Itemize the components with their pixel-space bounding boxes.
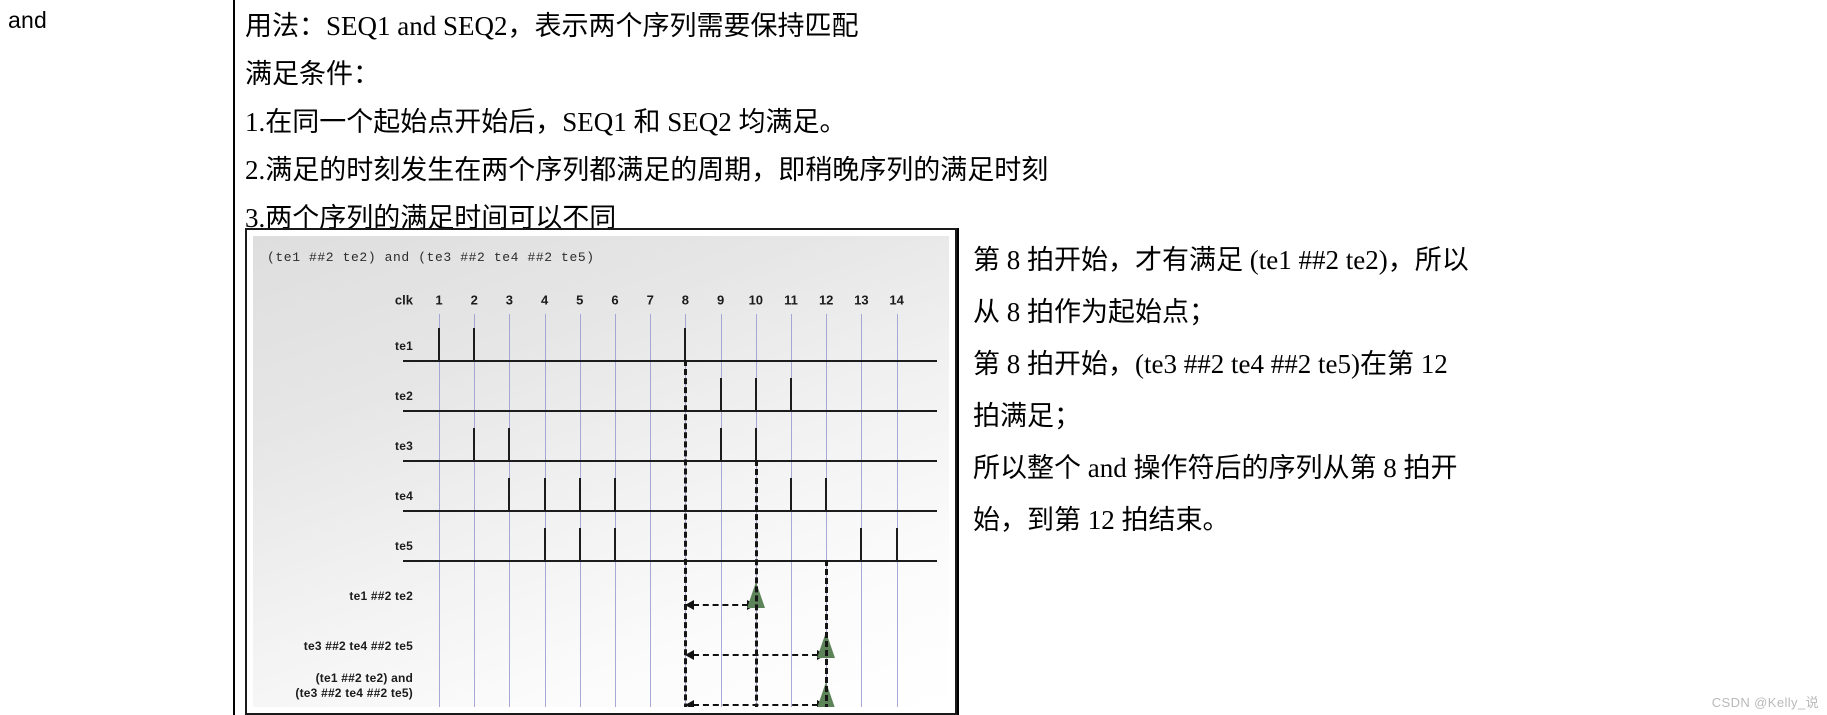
- clk-tick-8: 8: [681, 292, 690, 308]
- clk-tick-14: 14: [889, 292, 904, 308]
- description-line-condition-2: 2.满足的时刻发生在两个序列都满足的周期，即稍晚序列的满足时刻: [245, 155, 1049, 185]
- clk-tick-2: 2: [470, 292, 478, 308]
- pulse-te4-clk12: [825, 478, 828, 510]
- description-line-usage: 用法：SEQ1 and SEQ2，表示两个序列需要保持匹配: [245, 11, 859, 41]
- commentary-line-1: 第 8 拍开始，才有满足 (te1 ##2 te2)，所以: [973, 245, 1469, 275]
- waveform-canvas: (te1 ##2 te2) and (te3 ##2 te4 ##2 te5) …: [253, 236, 949, 707]
- pulse-te5-clk4: [543, 528, 546, 560]
- pulse-te3-clk10: [754, 428, 757, 460]
- signal-label-3: te4: [395, 489, 413, 503]
- signal-label-2: te3: [395, 439, 413, 453]
- clk-tick-4: 4: [540, 292, 549, 308]
- pulse-te4-clk6: [614, 478, 616, 510]
- signal-baseline-te4: [403, 510, 937, 512]
- signal-label-1: te2: [395, 389, 413, 403]
- pulse-te4-clk11: [790, 478, 792, 510]
- keyword-cell: and: [0, 0, 233, 715]
- pulse-te5-clk5: [578, 528, 581, 560]
- clk-tick-7: 7: [646, 292, 654, 308]
- description-prose: 用法：SEQ1 and SEQ2，表示两个序列需要保持匹配 满足条件： 1.在同…: [245, 0, 1827, 242]
- pulse-te3-clk2: [473, 428, 476, 460]
- signal-label-4: te5: [395, 539, 413, 553]
- clk-tick-13: 13: [854, 292, 869, 308]
- signal-label-5: te1 ##2 te2: [349, 589, 413, 603]
- clk-axis-label: clk: [394, 292, 413, 308]
- clk-tick-1: 1: [435, 292, 443, 308]
- pulse-te1-clk8: [684, 328, 687, 360]
- description-line-condition-1: 1.在同一个起始点开始后，SEQ1 和 SEQ2 均满足。: [245, 107, 847, 137]
- span-track-5: [693, 604, 748, 606]
- operator-keyword-label: and: [8, 7, 47, 33]
- signal-baseline-te5: [403, 560, 937, 562]
- pulse-te1-clk1: [438, 328, 440, 360]
- pulse-te4-clk3: [508, 478, 511, 510]
- commentary-line-6: 始，到第 12 拍结束。: [973, 505, 1230, 535]
- pulse-te4-clk4: [543, 478, 546, 510]
- description-cell: 用法：SEQ1 and SEQ2，表示两个序列需要保持匹配 满足条件： 1.在同…: [235, 0, 1827, 715]
- pulse-te3-clk3: [508, 428, 511, 460]
- pulse-te5-clk6: [614, 528, 616, 560]
- signal-label-6: te3 ##2 te4 ##2 te5: [303, 639, 413, 653]
- description-line-conditions-header: 满足条件：: [245, 59, 380, 89]
- signal-label-0: te1: [395, 339, 413, 353]
- pulse-te5-clk13: [860, 528, 863, 560]
- pulse-te3-clk9: [719, 428, 722, 460]
- commentary-line-5: 所以整个 and 操作符后的序列从第 8 拍开: [973, 453, 1458, 483]
- pulse-te2-clk10: [754, 378, 757, 410]
- clk-tick-5: 5: [576, 292, 584, 308]
- commentary-cell: 第 8 拍开始，才有满足 (te1 ##2 te2)，所以 从 8 拍作为起始点…: [959, 228, 1827, 715]
- pulse-te5-clk14: [895, 528, 898, 560]
- timing-diagram-figure: (te1 ##2 te2) and (te3 ##2 te4 ##2 te5) …: [245, 228, 957, 715]
- clk-tick-10: 10: [748, 292, 764, 308]
- commentary-line-4: 拍满足；: [973, 401, 1081, 431]
- signal-baseline-te3: [403, 460, 937, 462]
- clk-tick-11: 11: [784, 292, 798, 308]
- waveform-plot-area: clk 1 2 3 4 5 6 7 8 9 10 11 12 13 14 te1 te2 te3 te4 te5 te1…: [253, 236, 949, 707]
- csdn-watermark: CSDN @Kelly_说: [1711, 695, 1819, 710]
- reference-marker-clk10: [754, 460, 758, 707]
- signal-baseline-te1: [403, 360, 937, 362]
- clk-tick-12: 12: [818, 292, 834, 308]
- clk-tick-6: 6: [611, 292, 619, 308]
- reference-marker-clk12: [825, 560, 829, 707]
- document-table: and 用法：SEQ1 and SEQ2，表示两个序列需要保持匹配 满足条件： …: [0, 0, 1827, 715]
- commentary-line-3: 第 8 拍开始，(te3 ##2 te4 ##2 te5)在第 12: [973, 349, 1448, 379]
- pulse-te4-clk5: [578, 478, 581, 510]
- reference-marker-clk8: [684, 360, 688, 707]
- signal-label-7: (te1 ##2 te2) and (te3 ##2 te4 ##2 te5): [295, 671, 413, 700]
- pulse-te2-clk9: [719, 378, 722, 410]
- pulse-te1-clk2: [473, 328, 476, 360]
- signal-baseline-te2: [403, 410, 937, 412]
- clk-tick-3: 3: [505, 292, 514, 308]
- commentary-line-2: 从 8 拍作为起始点；: [973, 297, 1216, 327]
- pulse-te2-clk11: [790, 378, 792, 410]
- figure-and-commentary-row: (te1 ##2 te2) and (te3 ##2 te4 ##2 te5) …: [245, 228, 1827, 715]
- clk-tick-9: 9: [716, 292, 725, 308]
